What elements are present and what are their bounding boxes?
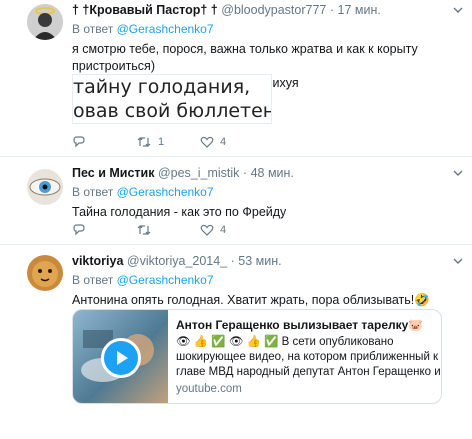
user-handle[interactable]: @viktoriya_2014_ [127,254,227,268]
avatar[interactable] [27,169,63,205]
retweet-icon [137,137,151,147]
reply-context: В ответ @Gerashchenko7 [72,184,462,200]
chevron-down-icon[interactable] [452,255,464,267]
reply-icon [73,224,85,236]
reply-icon [73,136,85,148]
heart-icon [200,136,214,148]
reply-prefix: В ответ [72,22,114,36]
card-title: Антон Геращенко вылизывает тарелку🐷 [176,318,424,332]
separator-dot: · [230,254,235,268]
tweet-text-line: я смотрю тебе, порося, важна только жрат… [72,42,418,73]
retweet-icon [137,225,151,235]
card-description-line: 👁 👍 ✅ 👁 👍 ✅ В сети опубликовано [176,336,394,348]
tweet[interactable]: † †Кровавый Пастор† † @bloodypastor777 ·… [0,0,472,157]
tweet-actions: 1 4 [72,134,264,150]
heart-icon [200,224,214,236]
card-thumbnail[interactable] [73,310,168,403]
like-count: 4 [220,136,227,148]
separator-dot: · [242,166,248,180]
tweet-text: Антонина опять голодная. Хватит жрать, п… [72,292,462,309]
user-handle[interactable]: @bloodypastor777 [221,3,326,17]
mention-link[interactable]: @Gerashchenko7 [117,273,214,287]
image-text-line: овав свой бюллетень [73,100,272,122]
mention-link[interactable]: @Gerashchenko7 [117,22,214,36]
display-name[interactable]: Пес и Мистик [72,166,154,180]
timestamp[interactable]: 48 мин. [251,166,294,180]
avatar-image [27,169,63,205]
tweet-actions: 4 [72,222,264,238]
reply-prefix: В ответ [72,185,114,199]
card-description-line: главе МВД народный депутат Антон Геращен… [176,366,442,378]
link-card[interactable]: Антон Геращенко вылизывает тарелку🐷 👁 👍 … [72,309,442,404]
separator-dot: · [329,3,335,17]
image-text-line: тайну голодания, [73,76,251,98]
user-handle[interactable]: @pes_i_mistik [158,166,239,180]
tweet-header: † †Кровавый Пастор† † @bloodypastor777 ·… [72,2,462,18]
tweet-header: Пес и Мистик @pes_i_mistik · 48 мин. [72,165,462,181]
reply-button[interactable] [72,223,136,237]
timestamp[interactable]: 53 мин. [238,254,281,268]
tweet[interactable]: viktoriya @viktoriya_2014_ · 53 мин. В о… [0,245,472,439]
retweet-button[interactable] [136,223,200,237]
avatar-image [27,4,63,40]
display-name[interactable]: † †Кровавый Пастор† † [72,3,218,17]
tweet-header: viktoriya @viktoriya_2014_ · 53 мин. [72,253,462,269]
card-description-line: шокирующее видео, на котором приближенны… [176,351,439,363]
reply-button[interactable] [72,135,136,149]
retweet-count: 1 [158,136,165,148]
avatar-image [27,255,63,291]
retweet-button[interactable]: 1 [136,135,200,149]
tweet-text-line: Антонина опять голодная. Хватит жрать, п… [72,293,430,307]
like-button[interactable]: 4 [200,135,264,149]
card-description: 👁 👍 ✅ 👁 👍 ✅ В сети опубликовано шокирующ… [176,335,442,380]
chevron-down-icon[interactable] [452,167,464,179]
avatar[interactable] [27,255,63,291]
tweet[interactable]: Пес и Мистик @pes_i_mistik · 48 мин. В о… [0,157,472,245]
tweet-text: Тайна голодания - как это по Фрейду [72,204,462,221]
play-icon [117,351,128,365]
play-button[interactable] [101,338,141,378]
avatar[interactable] [27,4,63,40]
attached-image[interactable]: тайну голодания, овав свой бюллетень [72,74,272,124]
card-domain: youtube.com [176,383,242,395]
reply-context: В ответ @Gerashchenko7 [72,272,462,288]
display-name[interactable]: viktoriya [72,254,123,268]
mention-link[interactable]: @Gerashchenko7 [117,185,214,199]
like-button[interactable]: 4 [200,223,264,237]
tweet-text-line: Тайна голодания - как это по Фрейду [72,205,287,219]
reply-context: В ответ @Gerashchenko7 [72,21,462,37]
like-count: 4 [220,224,227,236]
timestamp[interactable]: 17 мин. [338,3,381,17]
chevron-down-icon[interactable] [452,4,464,16]
card-content: Антон Геращенко вылизывает тарелку🐷 👁 👍 … [176,317,442,395]
reply-prefix: В ответ [72,273,114,287]
